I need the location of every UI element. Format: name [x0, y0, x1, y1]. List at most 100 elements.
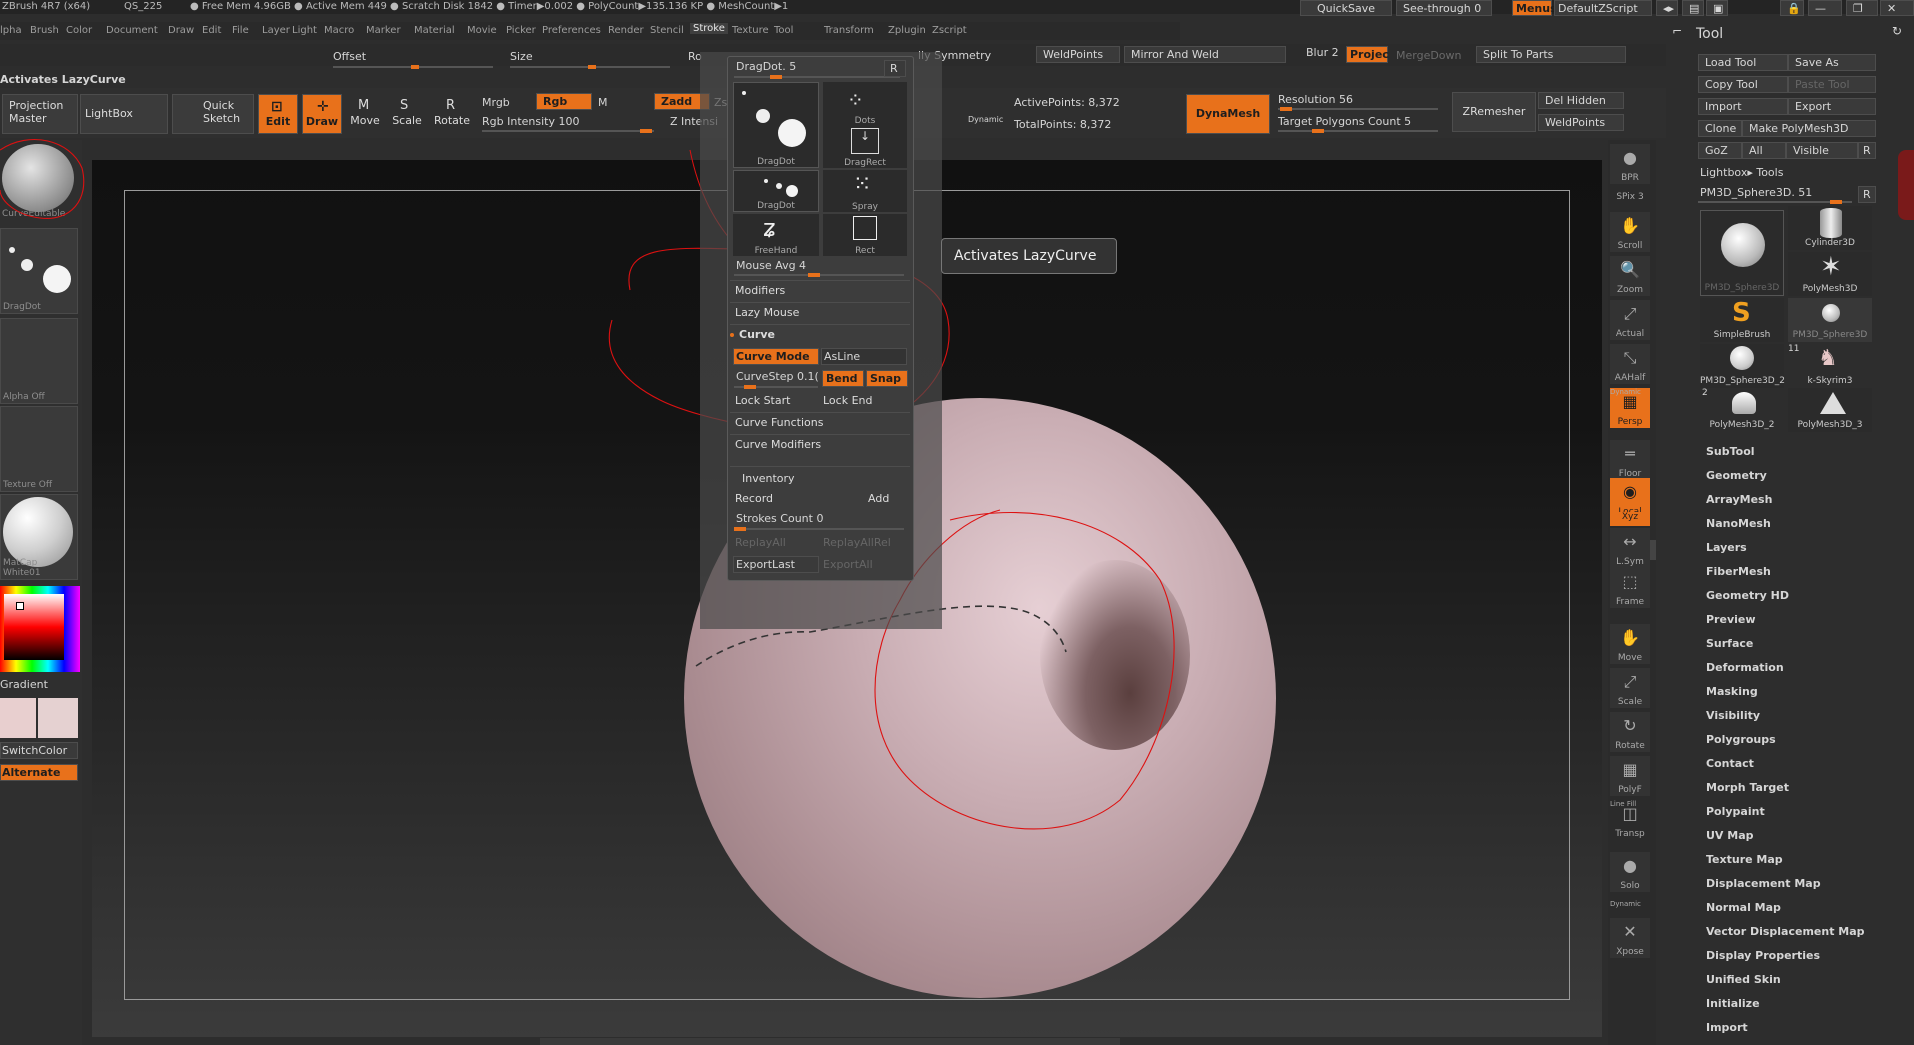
stroke-rect-tile[interactable]: Rect — [823, 214, 907, 256]
tool-section-surface[interactable]: Surface — [1706, 637, 1753, 650]
tool-section-visibility[interactable]: Visibility — [1706, 709, 1760, 722]
tool-section-morph-target[interactable]: Morph Target — [1706, 781, 1789, 794]
nav-xpose[interactable]: ✕ Xpose — [1610, 918, 1650, 958]
nav-polyf[interactable]: ▦ PolyF — [1610, 756, 1650, 796]
nav-scroll[interactable]: ✋ Scroll — [1610, 212, 1650, 252]
nav-spix-3[interactable]: SPix 3 — [1610, 188, 1650, 206]
copy-tool-button[interactable]: Copy Tool — [1698, 76, 1788, 93]
tool-r-button[interactable]: R — [1858, 186, 1876, 203]
save-as-button[interactable]: Save As — [1788, 54, 1876, 71]
curve-section[interactable]: Curve — [737, 326, 915, 344]
current-tool-track — [1698, 200, 1852, 204]
export-all-button[interactable]: ExportAll — [821, 556, 907, 574]
current-tool-slider[interactable]: PM3D_Sphere3D. 51 — [1700, 186, 1812, 199]
tool-section-preview[interactable]: Preview — [1706, 613, 1756, 626]
nav-scale[interactable]: ⤢ Scale — [1610, 668, 1650, 708]
load-tool-button[interactable]: Load Tool — [1698, 54, 1788, 71]
stroke-dots-tile[interactable]: ⁘ Dots — [823, 82, 907, 126]
tool-thumb-skyrim[interactable]: ♞ k-Skyrim3 — [1788, 344, 1872, 388]
tool-thumb-polymesh3[interactable]: PolyMesh3D_3 — [1788, 388, 1872, 432]
visible-button[interactable]: Visible — [1786, 142, 1858, 159]
lightbox-tools-button[interactable]: Lightbox▸ Tools — [1700, 166, 1783, 179]
tool-section-import[interactable]: Import — [1706, 1021, 1748, 1034]
tool-section-layers[interactable]: Layers — [1706, 541, 1747, 554]
mouse-avg-slider[interactable]: Mouse Avg 4 — [736, 259, 806, 272]
replay-all-rel-button[interactable]: ReplayAllRel — [821, 534, 907, 552]
tool-section-display-properties[interactable]: Display Properties — [1706, 949, 1820, 962]
tool-thumb-polymesh2[interactable]: PolyMesh3D_2 — [1700, 388, 1784, 432]
tool-section-nanomesh[interactable]: NanoMesh — [1706, 517, 1771, 530]
stroke-dragrect-tile[interactable]: ↓ DragRect — [823, 126, 907, 168]
curvestep-slider[interactable]: CurveStep 0.1( — [736, 370, 819, 383]
goz-button[interactable]: GoZ — [1698, 142, 1742, 159]
stroke-dragdot2-tile[interactable]: DragDot — [733, 170, 819, 212]
nav-solo[interactable]: ● Solo — [1610, 852, 1650, 892]
nav-floor[interactable]: ═ Floor — [1610, 440, 1650, 480]
lazy-mouse-section[interactable]: Lazy Mouse — [733, 304, 911, 322]
palette-pin-icon[interactable]: ⌐ — [1672, 24, 1682, 38]
curve-mode-button[interactable]: Curve Mode — [733, 348, 819, 365]
nav-actual[interactable]: ⤢ Actual — [1610, 300, 1650, 340]
tool-section-texture-map[interactable]: Texture Map — [1706, 853, 1783, 866]
nav-bpr[interactable]: ● BPR — [1610, 144, 1650, 184]
tool-thumb-sphere2[interactable]: PM3D_Sphere3D — [1788, 298, 1872, 342]
import-button[interactable]: Import — [1698, 98, 1788, 115]
clone-button[interactable]: Clone — [1698, 120, 1742, 137]
tool-section-unified-skin[interactable]: Unified Skin — [1706, 973, 1781, 986]
tool-thumb-sphere3[interactable]: PM3D_Sphere3D_2 — [1700, 344, 1785, 388]
export-last-button[interactable]: ExportLast — [733, 556, 819, 573]
stroke-slider[interactable] — [734, 75, 900, 79]
replay-all-button[interactable]: ReplayAll — [733, 534, 819, 552]
tool-thumb-cylinder[interactable]: Cylinder3D — [1788, 206, 1872, 250]
tool-section-polygroups[interactable]: Polygroups — [1706, 733, 1776, 746]
record-button[interactable]: Record — [733, 490, 819, 508]
export-button[interactable]: Export — [1788, 98, 1876, 115]
tool-thumb-sphere-active[interactable]: PM3D_Sphere3D — [1700, 210, 1784, 296]
tool-section-normal-map[interactable]: Normal Map — [1706, 901, 1781, 914]
nav-l-sym[interactable]: ↔ L.Sym — [1610, 528, 1650, 568]
nav-rotate[interactable]: ↻ Rotate — [1610, 712, 1650, 752]
tool-section-geometry[interactable]: Geometry — [1706, 469, 1767, 482]
tool-section-contact[interactable]: Contact — [1706, 757, 1754, 770]
nav-aahalf[interactable]: ⤡ AAHalf — [1610, 344, 1650, 384]
modifiers-section[interactable]: Modifiers — [733, 282, 911, 300]
curve-functions-section[interactable]: Curve Functions — [733, 414, 911, 432]
stroke-dragdot-tile[interactable]: DragDot — [733, 82, 819, 168]
tool-thumb-simplebrush[interactable]: S SimpleBrush — [1700, 298, 1784, 342]
tool-section-deformation[interactable]: Deformation — [1706, 661, 1784, 674]
stroke-freehand-tile[interactable]: ʑ FreeHand — [733, 214, 819, 256]
curve-modifiers-section[interactable]: Curve Modifiers — [733, 436, 911, 454]
tool-section-polypaint[interactable]: Polypaint — [1706, 805, 1765, 818]
nav-l-sym-icon: ↔ — [1623, 532, 1637, 551]
tool-section-subtool[interactable]: SubTool — [1706, 445, 1755, 458]
asline-button[interactable]: AsLine — [821, 348, 907, 365]
bend-button[interactable]: Bend — [822, 370, 864, 387]
paste-tool-button[interactable]: Paste Tool — [1788, 76, 1876, 93]
nav-move[interactable]: ✋ Move — [1610, 624, 1650, 664]
tool-section-displacement-map[interactable]: Displacement Map — [1706, 877, 1821, 890]
add-button[interactable]: Add — [866, 490, 906, 508]
tool-section-geometry-hd[interactable]: Geometry HD — [1706, 589, 1789, 602]
palette-reset-icon[interactable]: ↻ — [1892, 24, 1902, 38]
snap-button[interactable]: Snap — [866, 370, 908, 387]
stroke-r-button[interactable]: R — [884, 60, 906, 77]
tray-collapse-handle[interactable] — [1650, 540, 1656, 560]
nav-frame[interactable]: ⬚ Frame — [1610, 568, 1650, 608]
nav-zoom[interactable]: 🔍 Zoom — [1610, 256, 1650, 296]
tool-section-vector-displacement-map[interactable]: Vector Displacement Map — [1706, 925, 1865, 938]
tool-section-initialize[interactable]: Initialize — [1706, 997, 1760, 1010]
lock-end-button[interactable]: Lock End — [821, 392, 907, 410]
tool-section-arraymesh[interactable]: ArrayMesh — [1706, 493, 1772, 506]
tool-thumb-polymesh[interactable]: ✶ PolyMesh3D — [1788, 252, 1872, 296]
nav-polyf-icon: ▦ — [1622, 760, 1638, 779]
make-polymesh-button[interactable]: Make PolyMesh3D — [1742, 120, 1876, 137]
strokes-count-slider[interactable]: Strokes Count 0 — [736, 512, 823, 525]
all-button[interactable]: All — [1742, 142, 1786, 159]
tool-section-fibermesh[interactable]: FiberMesh — [1706, 565, 1771, 578]
tool-section-masking[interactable]: Masking — [1706, 685, 1758, 698]
xyz-button[interactable]: Xyz — [1610, 512, 1650, 526]
inventory-section[interactable]: Inventory — [740, 470, 918, 488]
stroke-spray-tile[interactable]: ⁙ Spray — [823, 170, 907, 212]
tool-section-uv-map[interactable]: UV Map — [1706, 829, 1754, 842]
goz-r-button[interactable]: R — [1858, 142, 1876, 159]
